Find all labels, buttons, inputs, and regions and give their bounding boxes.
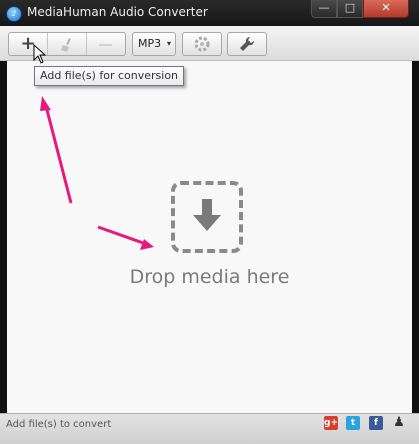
mouse-cursor-icon [33, 44, 47, 64]
app-window: ♪ MediaHuman Audio Converter — □ ✕ + — M… [0, 0, 419, 444]
format-value: MP3 [138, 37, 162, 50]
convert-icon [194, 36, 210, 56]
wrench-icon [239, 36, 255, 56]
user-icon[interactable]: ♟ [392, 416, 406, 430]
format-select[interactable]: MP3 ▾ [132, 32, 176, 56]
title-bar[interactable]: ♪ MediaHuman Audio Converter — □ ✕ [0, 0, 419, 26]
close-button[interactable]: ✕ [363, 0, 409, 18]
minimize-button[interactable]: — [311, 0, 337, 18]
settings-button[interactable] [227, 32, 267, 56]
status-text: Add file(s) to convert [6, 419, 112, 430]
twitter-icon[interactable]: t [346, 416, 360, 430]
broom-icon [60, 34, 74, 53]
chevron-down-icon: ▾ [166, 39, 171, 48]
edit-button-group: + — [8, 32, 126, 56]
remove-file-button[interactable]: — [86, 33, 124, 55]
minus-icon: — [98, 37, 113, 53]
window-title: MediaHuman Audio Converter [27, 5, 208, 19]
clear-list-button[interactable] [47, 33, 85, 55]
maximize-button[interactable]: □ [337, 0, 363, 18]
add-files-tooltip: Add file(s) for conversion [34, 66, 185, 86]
facebook-icon[interactable]: f [369, 416, 383, 430]
drop-media-label: Drop media here [129, 266, 290, 288]
toolbar: + — MP3 ▾ [0, 26, 419, 61]
app-logo-icon: ♪ [6, 6, 22, 22]
google-plus-icon[interactable]: g+ [324, 416, 338, 430]
convert-button[interactable] [182, 32, 222, 56]
download-arrow-icon [171, 181, 243, 253]
